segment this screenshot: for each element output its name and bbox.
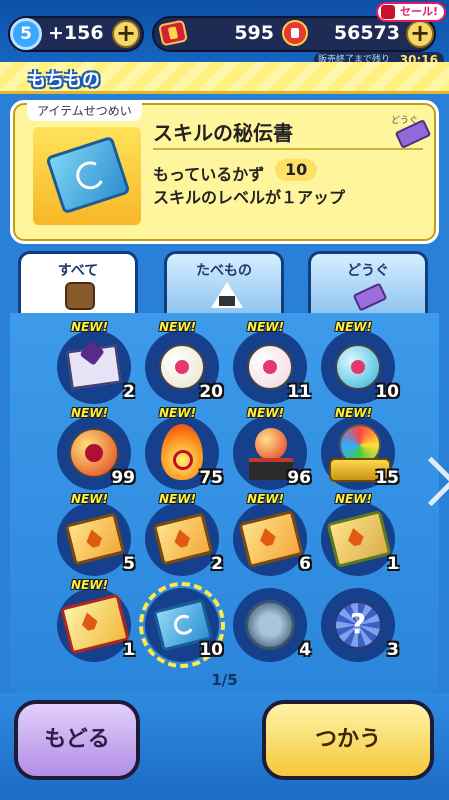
item-count: 4: [299, 640, 311, 660]
new-badge: NEW!: [247, 320, 284, 334]
level-badge: 5: [10, 18, 42, 50]
item-slot[interactable]: NEW! 5: [57, 492, 135, 576]
new-badge: NEW!: [335, 492, 372, 506]
item-description-panel: アイテムせつめい スキルの秘伝書 どうぐ もっているかず 10 スキルのレベルが…: [10, 100, 439, 244]
item-slot-selected[interactable]: 10: [139, 582, 225, 668]
new-badge: NEW!: [159, 492, 196, 506]
page-indicator: 1/5: [211, 671, 238, 689]
item-slot[interactable]: NEW! 75: [145, 406, 223, 490]
new-badge: NEW!: [159, 406, 196, 420]
new-badge: NEW!: [71, 578, 108, 592]
money-icon: [282, 20, 308, 46]
item-slot[interactable]: NEW! 96: [233, 406, 311, 490]
skill-book-icon: [45, 135, 131, 215]
item-count: 1: [387, 554, 399, 574]
owned-count-label: もっているかず: [153, 165, 265, 184]
page-title: もちもの: [28, 70, 100, 91]
add-stamina-button[interactable]: +: [112, 20, 140, 48]
item-count: 2: [211, 554, 223, 574]
question-medal-icon: ?: [333, 600, 383, 650]
stamina-value: +156: [48, 22, 104, 44]
item-slot[interactable]: NEW! 10: [321, 320, 399, 404]
onigiri-icon: [211, 282, 243, 308]
item-effect-text: スキルのレベルが１アップ: [153, 188, 346, 207]
tab-all-label: すべて: [57, 263, 99, 279]
item-slot[interactable]: NEW! 2: [145, 492, 223, 576]
new-badge: NEW!: [71, 492, 108, 506]
item-count: 20: [199, 382, 223, 402]
ticket-icon: [352, 282, 388, 312]
selected-item-preview: [33, 127, 141, 225]
tab-all[interactable]: すべて: [18, 251, 138, 319]
new-badge: NEW!: [71, 406, 108, 420]
description-header: アイテムせつめい: [27, 101, 142, 121]
item-slot[interactable]: NEW! 6: [233, 492, 311, 576]
item-slot[interactable]: NEW! 2: [57, 320, 135, 404]
item-count: 3: [387, 640, 399, 660]
tab-food-label: たべもの: [196, 263, 252, 279]
item-count: 96: [287, 468, 311, 488]
item-slot[interactable]: NEW! 1: [321, 492, 399, 576]
item-count: 99: [111, 468, 135, 488]
add-currency-button[interactable]: +: [406, 20, 434, 48]
item-slot[interactable]: NEW! 15: [321, 406, 399, 490]
item-count: 10: [199, 640, 223, 660]
item-count: 15: [375, 468, 399, 488]
item-slot[interactable]: ? 3: [321, 588, 399, 662]
item-slot[interactable]: NEW! 11: [233, 320, 311, 404]
new-badge: NEW!: [247, 492, 284, 506]
item-count: 1: [123, 640, 135, 660]
item-count: 5: [123, 554, 135, 574]
item-count: 10: [375, 382, 399, 402]
new-badge: NEW!: [335, 406, 372, 420]
new-badge: NEW!: [247, 406, 284, 420]
next-page-arrow-icon[interactable]: [412, 454, 440, 524]
gem-value: 595: [234, 22, 274, 44]
new-badge: NEW!: [335, 320, 372, 334]
bag-icon: [65, 282, 95, 310]
item-slot[interactable]: NEW! 1: [57, 578, 135, 662]
use-button[interactable]: つかう: [262, 700, 434, 780]
item-count: 6: [299, 554, 311, 574]
sale-badge[interactable]: セール!: [376, 2, 447, 22]
item-slot[interactable]: NEW! 20: [145, 320, 223, 404]
title-band: もちもの: [0, 62, 449, 94]
item-count: 11: [287, 382, 311, 402]
letter-icon: [66, 344, 122, 390]
new-badge: NEW!: [71, 320, 108, 334]
tab-tools-label: どうぐ: [347, 263, 389, 279]
tab-tools[interactable]: どうぐ: [308, 251, 428, 315]
item-slot[interactable]: 4: [233, 588, 311, 662]
item-slot[interactable]: NEW! 99: [57, 406, 135, 490]
owned-count: 10: [275, 159, 318, 181]
item-count: 2: [123, 382, 135, 402]
item-count: 75: [199, 468, 223, 488]
new-badge: NEW!: [159, 320, 196, 334]
back-button[interactable]: もどる: [14, 700, 140, 780]
medal-icon: [245, 600, 295, 650]
tab-food[interactable]: たべもの: [164, 251, 284, 315]
money-value: 56573: [333, 22, 400, 44]
item-name: スキルの秘伝書: [153, 117, 423, 150]
